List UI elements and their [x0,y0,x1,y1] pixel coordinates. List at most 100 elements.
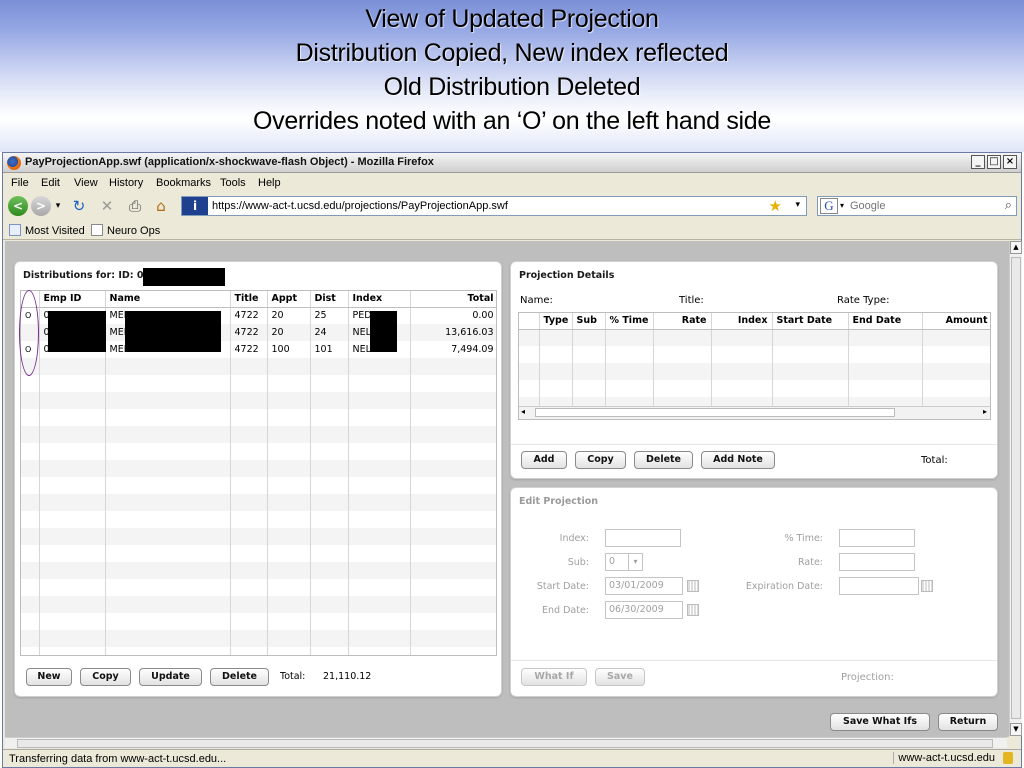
dist-cell: 24 [310,324,349,341]
back-arrow-icon[interactable]: < [8,196,28,216]
total-cell: 13,616.03 [410,324,496,341]
url-dropdown-icon[interactable]: ▾ [795,200,800,210]
update-button[interactable]: Update [139,668,202,686]
sub-value: 0 [609,556,616,567]
menu-file[interactable]: File [11,177,29,189]
menu-help[interactable]: Help [258,177,281,189]
delete-projection-button[interactable]: Delete [634,451,693,469]
what-if-button[interactable]: What If [521,668,587,686]
copy-projection-button[interactable]: Copy [575,451,626,469]
column-header-type[interactable]: Type [539,313,573,330]
calendar-icon[interactable] [921,580,933,592]
rate-input[interactable] [839,553,915,571]
menu-view[interactable]: View [74,177,98,189]
empty-row [21,579,496,596]
distributions-panel: Distributions for: ID: 0 Emp ID Name Tit… [14,261,502,697]
bookmark-neuro-ops[interactable]: Neuro Ops [91,224,160,237]
navigation-toolbar: < > ▾ ↻ ✕ ⎙ ⌂ i https://www-act-t.ucsd.e… [3,193,1021,219]
sub-select[interactable]: 0 ▾ [605,553,643,571]
bookmark-most-visited[interactable]: Most Visited [9,224,85,237]
menu-bar: File Edit View History Bookmarks Tools H… [3,174,1021,192]
empty-row [21,494,496,511]
index-input[interactable] [605,529,681,547]
maximize-button[interactable]: □ [987,155,1001,169]
column-header-pct-time[interactable]: % Time [605,313,654,330]
scroll-left-icon[interactable]: ◂ [521,407,525,416]
dist-cell: 25 [310,307,349,324]
google-engine-icon[interactable]: G [820,198,838,214]
column-header-amount[interactable]: Amount [922,313,990,330]
window-titlebar[interactable]: PayProjectionApp.swf (application/x-shoc… [3,153,1021,173]
column-header-appt[interactable]: Appt [267,291,311,308]
empty-row [519,363,990,380]
page-vertical-scrollbar[interactable]: ▲ ▼ [1009,241,1022,736]
column-header-title[interactable]: Title [230,291,268,308]
pct-time-input[interactable] [839,529,915,547]
history-dropdown-icon[interactable]: ▾ [53,197,63,215]
bookmark-star-icon[interactable]: ★ [769,197,782,215]
column-header-emp-id[interactable]: Emp ID [39,291,106,308]
grid-horizontal-scrollbar[interactable]: ◂ ▸ [519,406,990,419]
calendar-icon[interactable] [687,604,699,616]
expiration-date-input[interactable] [839,577,919,595]
column-header-rate[interactable]: Rate [653,313,712,330]
page-horizontal-scrollbar[interactable] [5,737,1007,748]
menu-bookmarks[interactable]: Bookmarks [156,177,211,189]
menu-history[interactable]: History [109,177,143,189]
column-header-dist[interactable]: Dist [310,291,349,308]
forward-arrow-icon[interactable]: > [31,196,51,216]
column-header-total[interactable]: Total [410,291,496,308]
search-icon[interactable]: ⌕ [1005,198,1012,213]
search-input[interactable] [850,199,990,213]
scrollbar-thumb[interactable] [1011,257,1021,719]
column-header-start-date[interactable]: Start Date [772,313,849,330]
column-header-index[interactable]: Index [348,291,411,308]
column-header-sub[interactable]: Sub [572,313,606,330]
start-date-input[interactable]: 03/01/2009 [605,577,683,595]
add-note-button[interactable]: Add Note [701,451,775,469]
scroll-down-icon[interactable]: ▼ [1010,723,1022,736]
new-button[interactable]: New [26,668,72,686]
copy-button[interactable]: Copy [80,668,131,686]
return-button[interactable]: Return [938,713,998,731]
save-what-ifs-button[interactable]: Save What Ifs [830,713,930,731]
save-button[interactable]: Save [595,668,645,686]
edit-projection-panel: Edit Projection Index: Sub: 0 ▾ Start Da… [510,487,998,697]
empty-row [21,511,496,528]
site-identity-icon[interactable]: i [182,197,208,215]
address-bar[interactable]: i https://www-act-t.ucsd.edu/projections… [181,196,807,216]
status-host[interactable]: www-act-t.ucsd.edu [893,752,999,764]
scrollbar-thumb[interactable] [17,739,993,748]
column-header-index[interactable]: Index [711,313,773,330]
distributions-title: Distributions for: ID: 0 [23,270,144,281]
status-message: Transferring data from www-act-t.ucsd.ed… [9,753,227,765]
reload-icon[interactable]: ↻ [69,197,89,215]
url-text[interactable]: https://www-act-t.ucsd.edu/projections/P… [212,200,508,212]
menu-edit[interactable]: Edit [41,177,60,189]
delete-button[interactable]: Delete [210,668,269,686]
minimize-button[interactable]: _ [971,155,985,169]
distributions-grid[interactable]: Emp ID Name Title Appt Dist Index Total … [20,290,497,656]
search-engine-dropdown-icon[interactable]: ▾ [840,201,844,210]
title-cell: 4722 [230,324,268,341]
total-label: Total: [280,671,306,682]
empty-row [21,443,496,460]
chevron-down-icon[interactable]: ▾ [628,554,642,570]
scrollbar-thumb[interactable] [535,408,895,417]
lock-icon[interactable] [1003,752,1013,764]
print-icon[interactable]: ⎙ [125,197,145,215]
close-button[interactable]: × [1003,155,1017,169]
scroll-right-icon[interactable]: ▸ [983,407,987,416]
stop-icon[interactable]: ✕ [97,197,117,215]
scroll-up-icon[interactable]: ▲ [1010,241,1022,254]
search-box[interactable]: G ▾ ⌕ [817,196,1017,216]
menu-tools[interactable]: Tools [220,177,246,189]
end-date-input[interactable]: 06/30/2009 [605,601,683,619]
column-header-end-date[interactable]: End Date [848,313,923,330]
calendar-icon[interactable] [687,580,699,592]
column-header-name[interactable]: Name [105,291,231,308]
add-button[interactable]: Add [521,451,567,469]
projection-details-grid[interactable]: Type Sub % Time Rate Index Start Date En… [518,312,991,420]
pct-time-label: % Time: [784,533,824,544]
home-icon[interactable]: ⌂ [151,197,171,215]
